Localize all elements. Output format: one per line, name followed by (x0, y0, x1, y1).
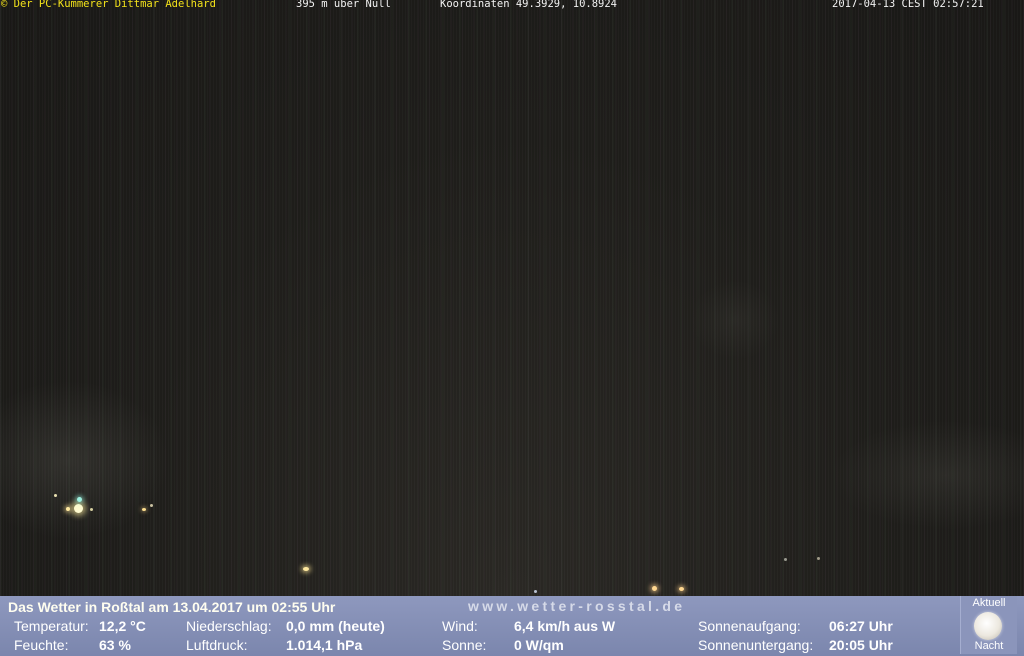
website-link[interactable]: www.wetter-rosstal.de (468, 598, 685, 614)
street-light (817, 557, 820, 560)
sunrise-label: Sonnenaufgang: (698, 618, 801, 634)
weather-bar: Das Wetter in Roßtal am 13.04.2017 um 02… (0, 596, 1024, 656)
street-light (652, 586, 657, 591)
street-light (534, 590, 537, 593)
coordinates-text: Koordinaten 49.3929, 10.8924 (440, 0, 618, 10)
sun-label: Sonne: (442, 637, 487, 653)
street-light (150, 504, 153, 507)
tree-silhouette-left (0, 380, 170, 540)
moon-current-label: Aktuell (972, 597, 1006, 609)
timestamp-text: 2017-04-13 CEST 02:57:21 (832, 0, 984, 10)
street-light (303, 567, 309, 571)
pressure-label: Luftdruck: (186, 637, 248, 653)
street-light (77, 497, 82, 502)
temperature-label: Temperatur: (14, 618, 89, 634)
moon-night-label: Nacht (974, 640, 1004, 652)
moon-phase-panel: Aktuell Nacht (960, 596, 1017, 654)
street-light (142, 508, 146, 511)
temperature-value: 12,2 °C (99, 618, 146, 634)
altitude-text: 395 m über Null (296, 0, 391, 10)
tree-silhouette-right (830, 420, 1024, 530)
sunset-value: 20:05 Uhr (829, 637, 893, 653)
street-light (90, 508, 93, 511)
sunrise-value: 06:27 Uhr (829, 618, 893, 634)
street-light (74, 504, 83, 513)
camera-info-overlay: © Der PC-Kümmerer Dittmar Adelhard 395 m… (0, 0, 1024, 12)
precipitation-value: 0,0 mm (heute) (286, 618, 385, 634)
humidity-value: 63 % (99, 637, 131, 653)
sun-value: 0 W/qm (514, 637, 564, 653)
webcam-image (0, 0, 1024, 596)
copyright-text: © Der PC-Kümmerer Dittmar Adelhard (1, 0, 216, 10)
street-light (784, 558, 787, 561)
humidity-label: Feuchte: (14, 637, 69, 653)
pressure-value: 1.014,1 hPa (286, 637, 363, 653)
full-moon-icon (974, 612, 1002, 640)
sky-noise (690, 280, 780, 360)
weather-headline: Das Wetter in Roßtal am 13.04.2017 um 02… (8, 599, 336, 615)
wind-label: Wind: (442, 618, 478, 634)
street-light (54, 494, 57, 497)
precipitation-label: Niederschlag: (186, 618, 272, 634)
street-light (679, 587, 684, 591)
street-light (66, 507, 70, 511)
wind-value: 6,4 km/h aus W (514, 618, 616, 634)
sunset-label: Sonnenuntergang: (698, 637, 814, 653)
